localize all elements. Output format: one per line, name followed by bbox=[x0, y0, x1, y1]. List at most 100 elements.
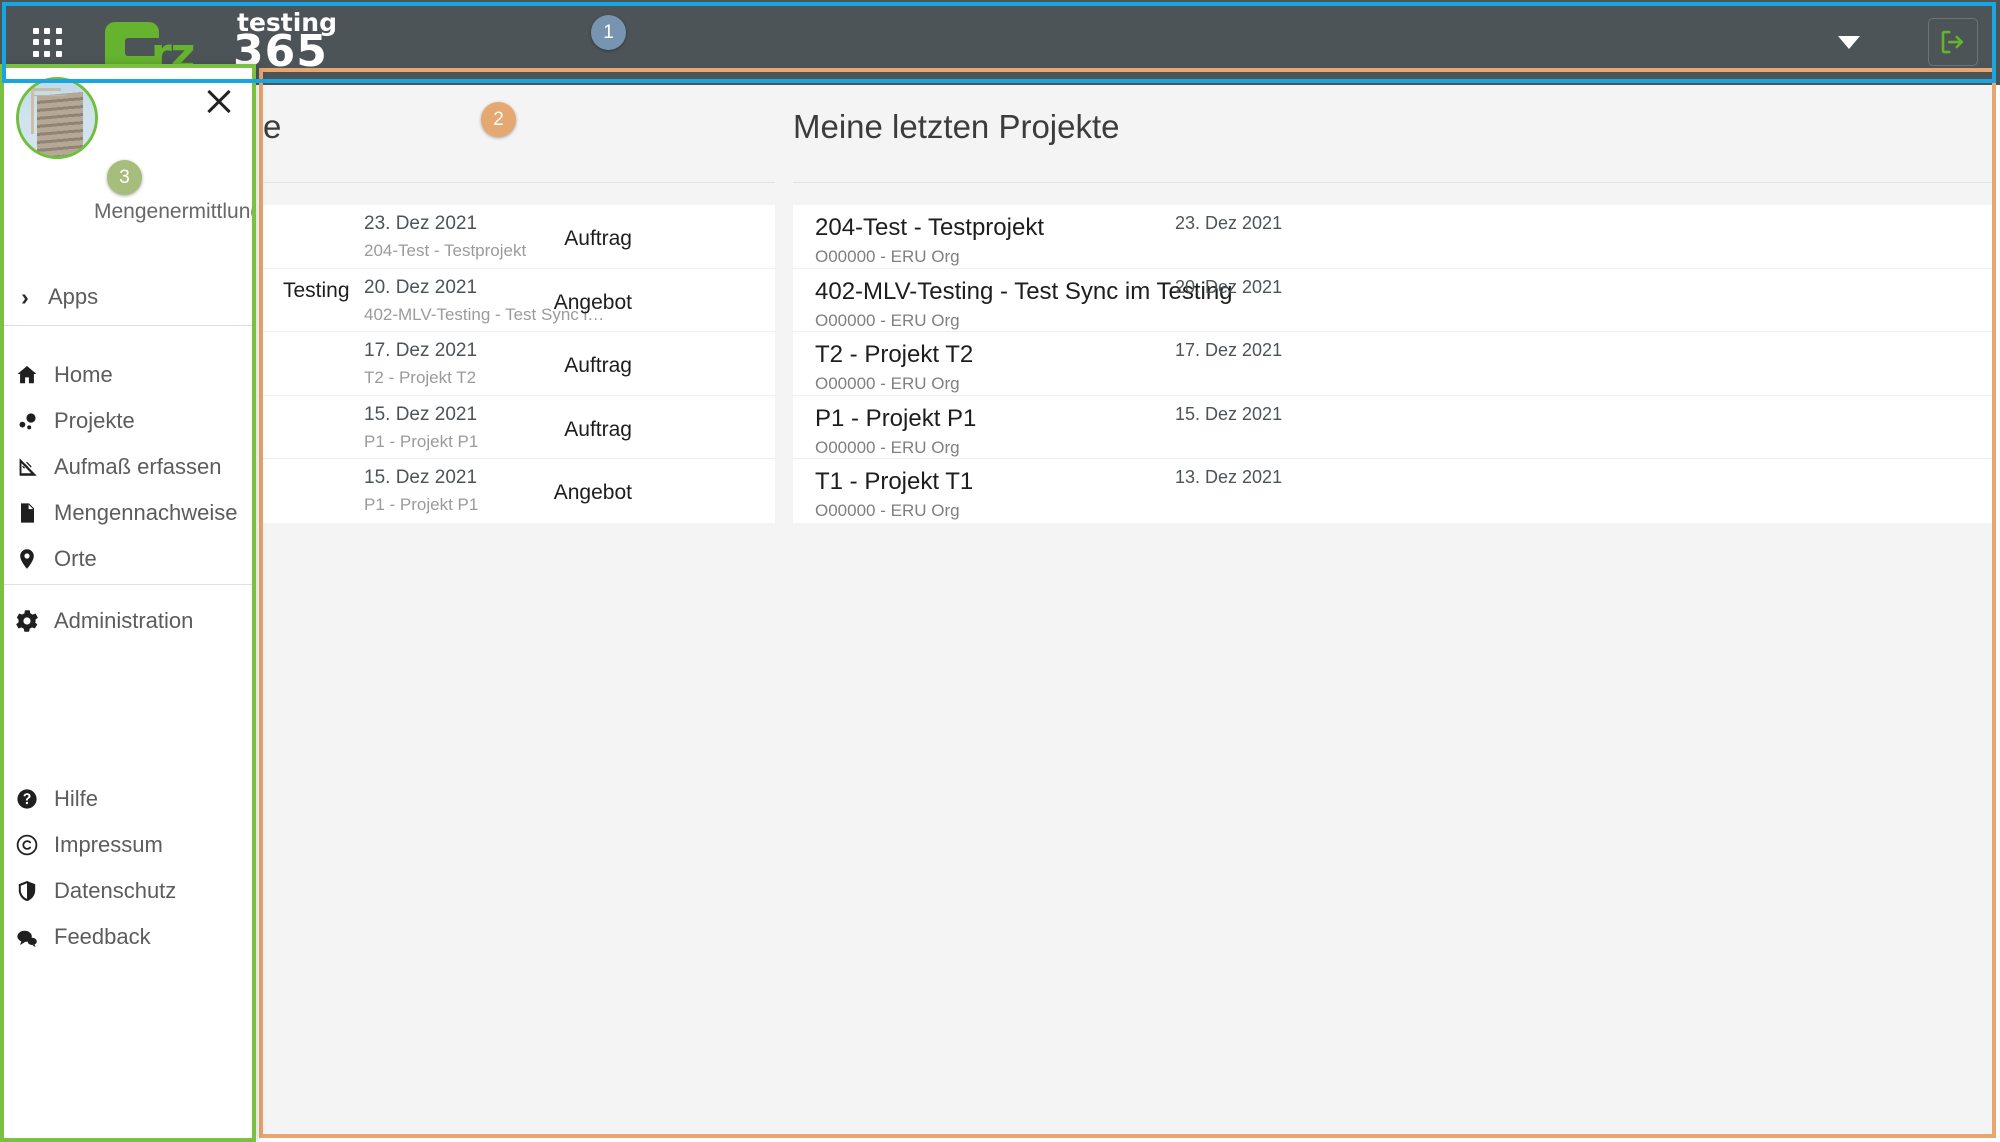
home-icon bbox=[12, 363, 42, 387]
gear-icon bbox=[16, 610, 38, 632]
documents-list: 23. Dez 2021 204-Test - Testprojekt Auftra… bbox=[263, 205, 775, 523]
document-row[interactable]: 15. Dez 2021 P1 - Projekt P1 Angebot bbox=[263, 459, 775, 523]
document-row[interactable]: Testing 20. Dez 2021 402-MLV-Testing - Tes… bbox=[263, 268, 775, 332]
sidebar-divider-middle bbox=[0, 584, 256, 585]
projects-dots-icon bbox=[19, 413, 36, 430]
logout-button[interactable] bbox=[1928, 18, 1978, 66]
project-name: 402-MLV-Testing - Test Sync im Testing bbox=[815, 277, 1233, 305]
sidebar-item-label: Administration bbox=[54, 608, 194, 633]
sidebar-item-label: Feedback bbox=[54, 924, 151, 949]
project-row[interactable]: 402-MLV-Testing - Test Sync im Testing O0… bbox=[793, 268, 1992, 332]
chevron-right-icon: › bbox=[21, 283, 29, 310]
app-header: rz testing 365 bbox=[0, 0, 2000, 85]
project-row[interactable]: T2 - Projekt T2 O00000 - ERU Org 17. Dez 2… bbox=[793, 332, 1992, 396]
document-date: 15. Dez 2021 bbox=[364, 403, 478, 425]
shield-icon bbox=[12, 879, 42, 903]
document-type: Auftrag bbox=[564, 354, 632, 377]
document-date: 20. Dez 2021 bbox=[364, 276, 478, 298]
sidebar-item-label: Hilfe bbox=[54, 786, 99, 811]
document-icon bbox=[12, 501, 42, 525]
sidebar-item-label: Projekte bbox=[54, 408, 135, 433]
grid-apps-icon[interactable] bbox=[33, 28, 63, 58]
sidebar-nav-admin: Administration bbox=[0, 598, 256, 644]
document-date: 23. Dez 2021 bbox=[364, 213, 478, 234]
app-root: e 23. Dez 2021 204-Test - Testprojekt Auft… bbox=[0, 0, 2000, 1142]
projects-panel: Meine letzten Projekte 204-Test - Testpr… bbox=[793, 72, 1992, 523]
gear-icon bbox=[12, 609, 42, 633]
document-project: P1 - Projekt P1 bbox=[364, 495, 479, 514]
sidebar-item-label: Orte bbox=[54, 546, 97, 571]
sidebar-item-feedback[interactable]: Feedback bbox=[0, 914, 256, 960]
document-date: 17. Dez 2021 bbox=[364, 340, 478, 361]
chat-bubbles-icon bbox=[12, 925, 42, 949]
project-org: O00000 - ERU Org bbox=[815, 501, 960, 520]
shield-icon bbox=[18, 881, 36, 902]
project-row[interactable]: P1 - Projekt P1 O00000 - ERU Org 15. Dez 2… bbox=[793, 395, 1992, 459]
document-type: Angebot bbox=[553, 481, 632, 504]
documents-panel-title: e bbox=[263, 108, 282, 145]
sidebar-drawer: Mengenermittlung › Apps Home Projekte Aufm… bbox=[0, 64, 256, 1142]
map-pin-icon bbox=[12, 547, 42, 571]
project-date: 15. Dez 2021 bbox=[1175, 403, 1283, 424]
copyright-icon bbox=[12, 833, 42, 857]
main-content: e 23. Dez 2021 204-Test - Testprojekt Auft… bbox=[263, 72, 1992, 1138]
sidebar-item-datenschutz[interactable]: Datenschutz bbox=[0, 868, 256, 914]
document-type: Auftrag bbox=[564, 417, 632, 441]
sidebar-nav-footer: Hilfe Impressum Datenschutz Feedback bbox=[0, 776, 256, 960]
sidebar-nav-main: Home Projekte Aufmaß erfassen Mengennachwei… bbox=[0, 352, 256, 582]
sidebar-item-mengennachweise[interactable]: Mengennachweise bbox=[0, 490, 256, 536]
sidebar-item-orte[interactable]: Orte bbox=[0, 536, 256, 582]
sidebar-item-label: Datenschutz bbox=[54, 878, 177, 903]
annotation-badge-3: 3 bbox=[107, 160, 142, 195]
projects-list: 204-Test - Testprojekt O00000 - ERU Org 23… bbox=[793, 205, 1992, 523]
document-row[interactable]: 15. Dez 2021 P1 - Projekt P1 Auftrag bbox=[263, 395, 775, 459]
document-row[interactable]: 23. Dez 2021 204-Test - Testprojekt Auftra… bbox=[263, 205, 775, 269]
sidebar-item-label: Home bbox=[54, 362, 113, 387]
project-date: 20. Dez 2021 bbox=[1175, 276, 1283, 297]
project-org: O00000 - ERU Org bbox=[815, 374, 960, 393]
projects-panel-title: Meine letzten Projekte bbox=[793, 108, 1120, 145]
project-date: 17. Dez 2021 bbox=[1175, 340, 1283, 360]
project-name: T1 - Projekt T1 bbox=[815, 468, 974, 495]
sidebar-item-hilfe[interactable]: Hilfe bbox=[0, 776, 256, 822]
sidebar-item-label: Aufmaß erfassen bbox=[54, 454, 222, 479]
avatar bbox=[16, 77, 98, 159]
document-project: 204-Test - Testprojekt bbox=[364, 241, 527, 260]
annotation-badge-1: 1 bbox=[591, 15, 626, 50]
chevron-down-icon[interactable] bbox=[1838, 36, 1860, 49]
sidebar-item-home[interactable]: Home bbox=[0, 352, 256, 398]
map-pin-icon bbox=[20, 549, 34, 569]
project-name: P1 - Projekt P1 bbox=[815, 404, 977, 432]
project-org: O00000 - ERU Org bbox=[815, 437, 960, 457]
project-org: O00000 - ERU Org bbox=[815, 247, 960, 266]
question-circle-icon bbox=[12, 787, 42, 811]
sidebar-item-administration[interactable]: Administration bbox=[0, 598, 256, 644]
document-title: Testing bbox=[283, 278, 350, 302]
sidebar-user-name: Mengenermittlung bbox=[94, 200, 256, 223]
projects-dots-icon bbox=[12, 409, 42, 433]
close-icon[interactable] bbox=[202, 84, 236, 118]
document-project: P1 - Projekt P1 bbox=[364, 431, 479, 451]
sidebar-divider-top bbox=[0, 325, 256, 326]
home-icon bbox=[17, 366, 37, 384]
document-type: Auftrag bbox=[564, 227, 632, 250]
ruler-triangle-icon bbox=[12, 455, 42, 479]
document-icon bbox=[21, 503, 34, 523]
logout-icon bbox=[1941, 30, 1964, 54]
sidebar-item-apps[interactable]: › Apps bbox=[0, 269, 256, 325]
project-row[interactable]: 204-Test - Testprojekt O00000 - ERU Org 23… bbox=[793, 205, 1992, 269]
question-circle-icon bbox=[17, 789, 37, 809]
document-row[interactable]: 17. Dez 2021 T2 - Projekt T2 Auftrag bbox=[263, 332, 775, 396]
project-name: T2 - Projekt T2 bbox=[815, 341, 974, 368]
sidebar-item-label: Impressum bbox=[54, 832, 163, 857]
sidebar-item-projekte[interactable]: Projekte bbox=[0, 398, 256, 444]
project-row[interactable]: T1 - Projekt T1 O00000 - ERU Org 13. Dez 2… bbox=[793, 459, 1992, 523]
project-org: O00000 - ERU Org bbox=[815, 310, 960, 330]
sidebar-item-label-apps: Apps bbox=[48, 284, 99, 309]
avatar-crane-detail bbox=[31, 90, 34, 134]
sidebar-item-impressum[interactable]: Impressum bbox=[0, 822, 256, 868]
document-date: 15. Dez 2021 bbox=[364, 467, 478, 488]
project-date: 13. Dez 2021 bbox=[1175, 467, 1283, 487]
sidebar-item-aufma-erfassen[interactable]: Aufmaß erfassen bbox=[0, 444, 256, 490]
document-type: Angebot bbox=[553, 290, 632, 314]
